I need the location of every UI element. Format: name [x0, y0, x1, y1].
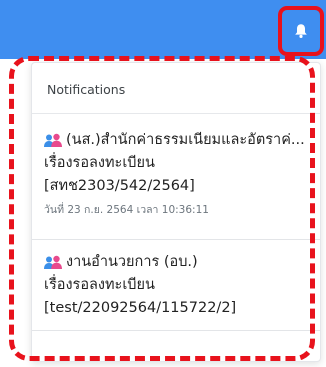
notification-status: เรื่องรอลงทะเบียน — [44, 277, 155, 293]
users-icon — [44, 133, 62, 147]
notification-item[interactable]: (นส.)สำนักค่าธรรมเนียมและอัตราค่... เรื่… — [32, 129, 320, 240]
notifications-header: Notifications — [47, 82, 126, 97]
notification-code: [test/22092564/115722/2] — [44, 300, 237, 316]
users-icon — [44, 255, 62, 269]
notification-status: เรื่องรอลงทะเบียน — [44, 155, 155, 171]
header-divider — [32, 113, 320, 114]
notifications-bell-button[interactable] — [278, 6, 324, 56]
top-navbar — [0, 0, 326, 59]
notification-title: (นส.)สำนักค่าธรรมเนียมและอัตราค่... — [66, 132, 305, 148]
notifications-dropdown: Notifications (นส.)สำนักค่าธรรมเนียมและอ… — [31, 62, 321, 362]
notification-item[interactable]: งานอำนวยการ (อบ.) เรื่องรอลงทะเบียน [tes… — [32, 241, 320, 331]
notification-code: [สทช2303/542/2564] — [44, 178, 195, 194]
notification-time: วันที่ 23 ก.ย. 2564 เวลา 10:36:11 — [44, 204, 209, 216]
bell-icon — [295, 24, 307, 38]
notification-title: งานอำนวยการ (อบ.) — [66, 254, 198, 270]
